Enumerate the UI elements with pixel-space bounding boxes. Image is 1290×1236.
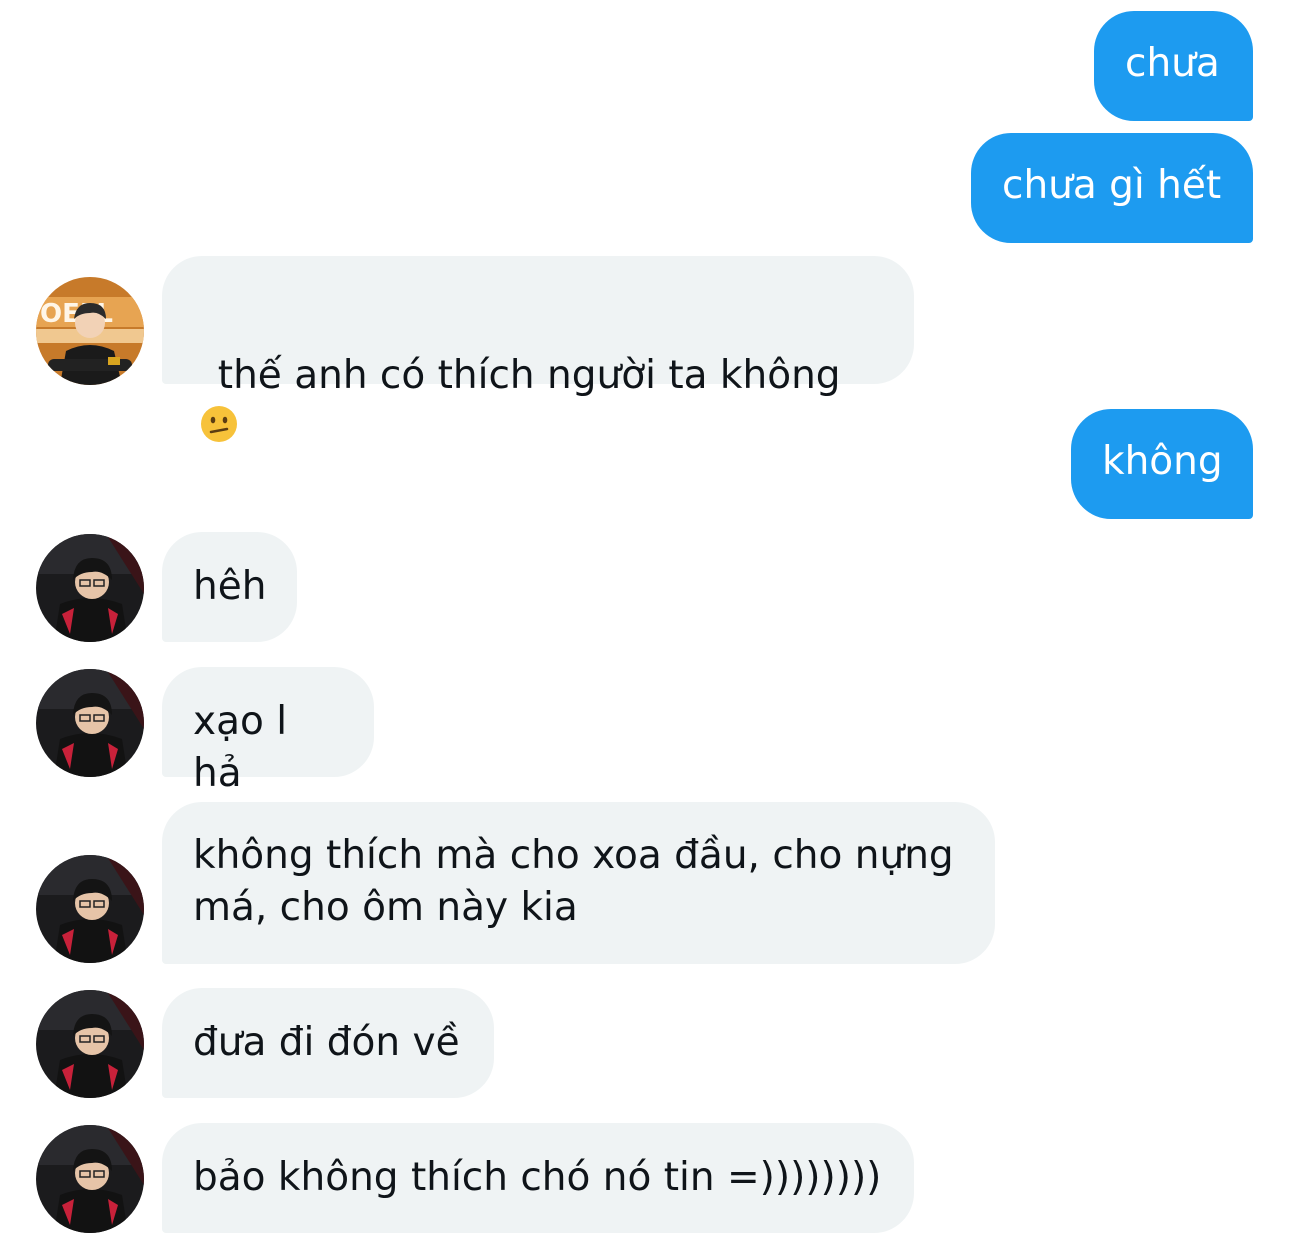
message-bubble-sent[interactable]: không xyxy=(1071,409,1253,519)
message-bubble-sent[interactable]: chưa xyxy=(1094,11,1253,121)
avatar[interactable] xyxy=(36,990,144,1098)
message-bubble-received[interactable]: xạo l hả xyxy=(162,667,374,796)
avatar[interactable] xyxy=(36,669,144,777)
message-bubble-received[interactable]: hêh xyxy=(162,532,297,642)
message-bubble-sent[interactable]: chưa gì hết xyxy=(971,133,1253,243)
message-text: thế anh có thích người ta không xyxy=(217,353,841,398)
message-bubble-received[interactable]: đưa đi đón về xyxy=(162,988,494,1098)
message-bubble-received[interactable]: thế anh có thích người ta không xyxy=(162,256,914,442)
avatar[interactable] xyxy=(36,534,144,642)
avatar[interactable] xyxy=(36,1125,144,1233)
avatar[interactable] xyxy=(36,855,144,963)
message-bubble-received[interactable]: không thích mà cho xoa đầu, cho nựng má,… xyxy=(162,802,995,964)
avatar[interactable]: OELL xyxy=(36,277,144,385)
confused-face-icon xyxy=(199,404,239,458)
message-bubble-received[interactable]: bảo không thích chó nó tin =)))))))) xyxy=(162,1123,914,1233)
